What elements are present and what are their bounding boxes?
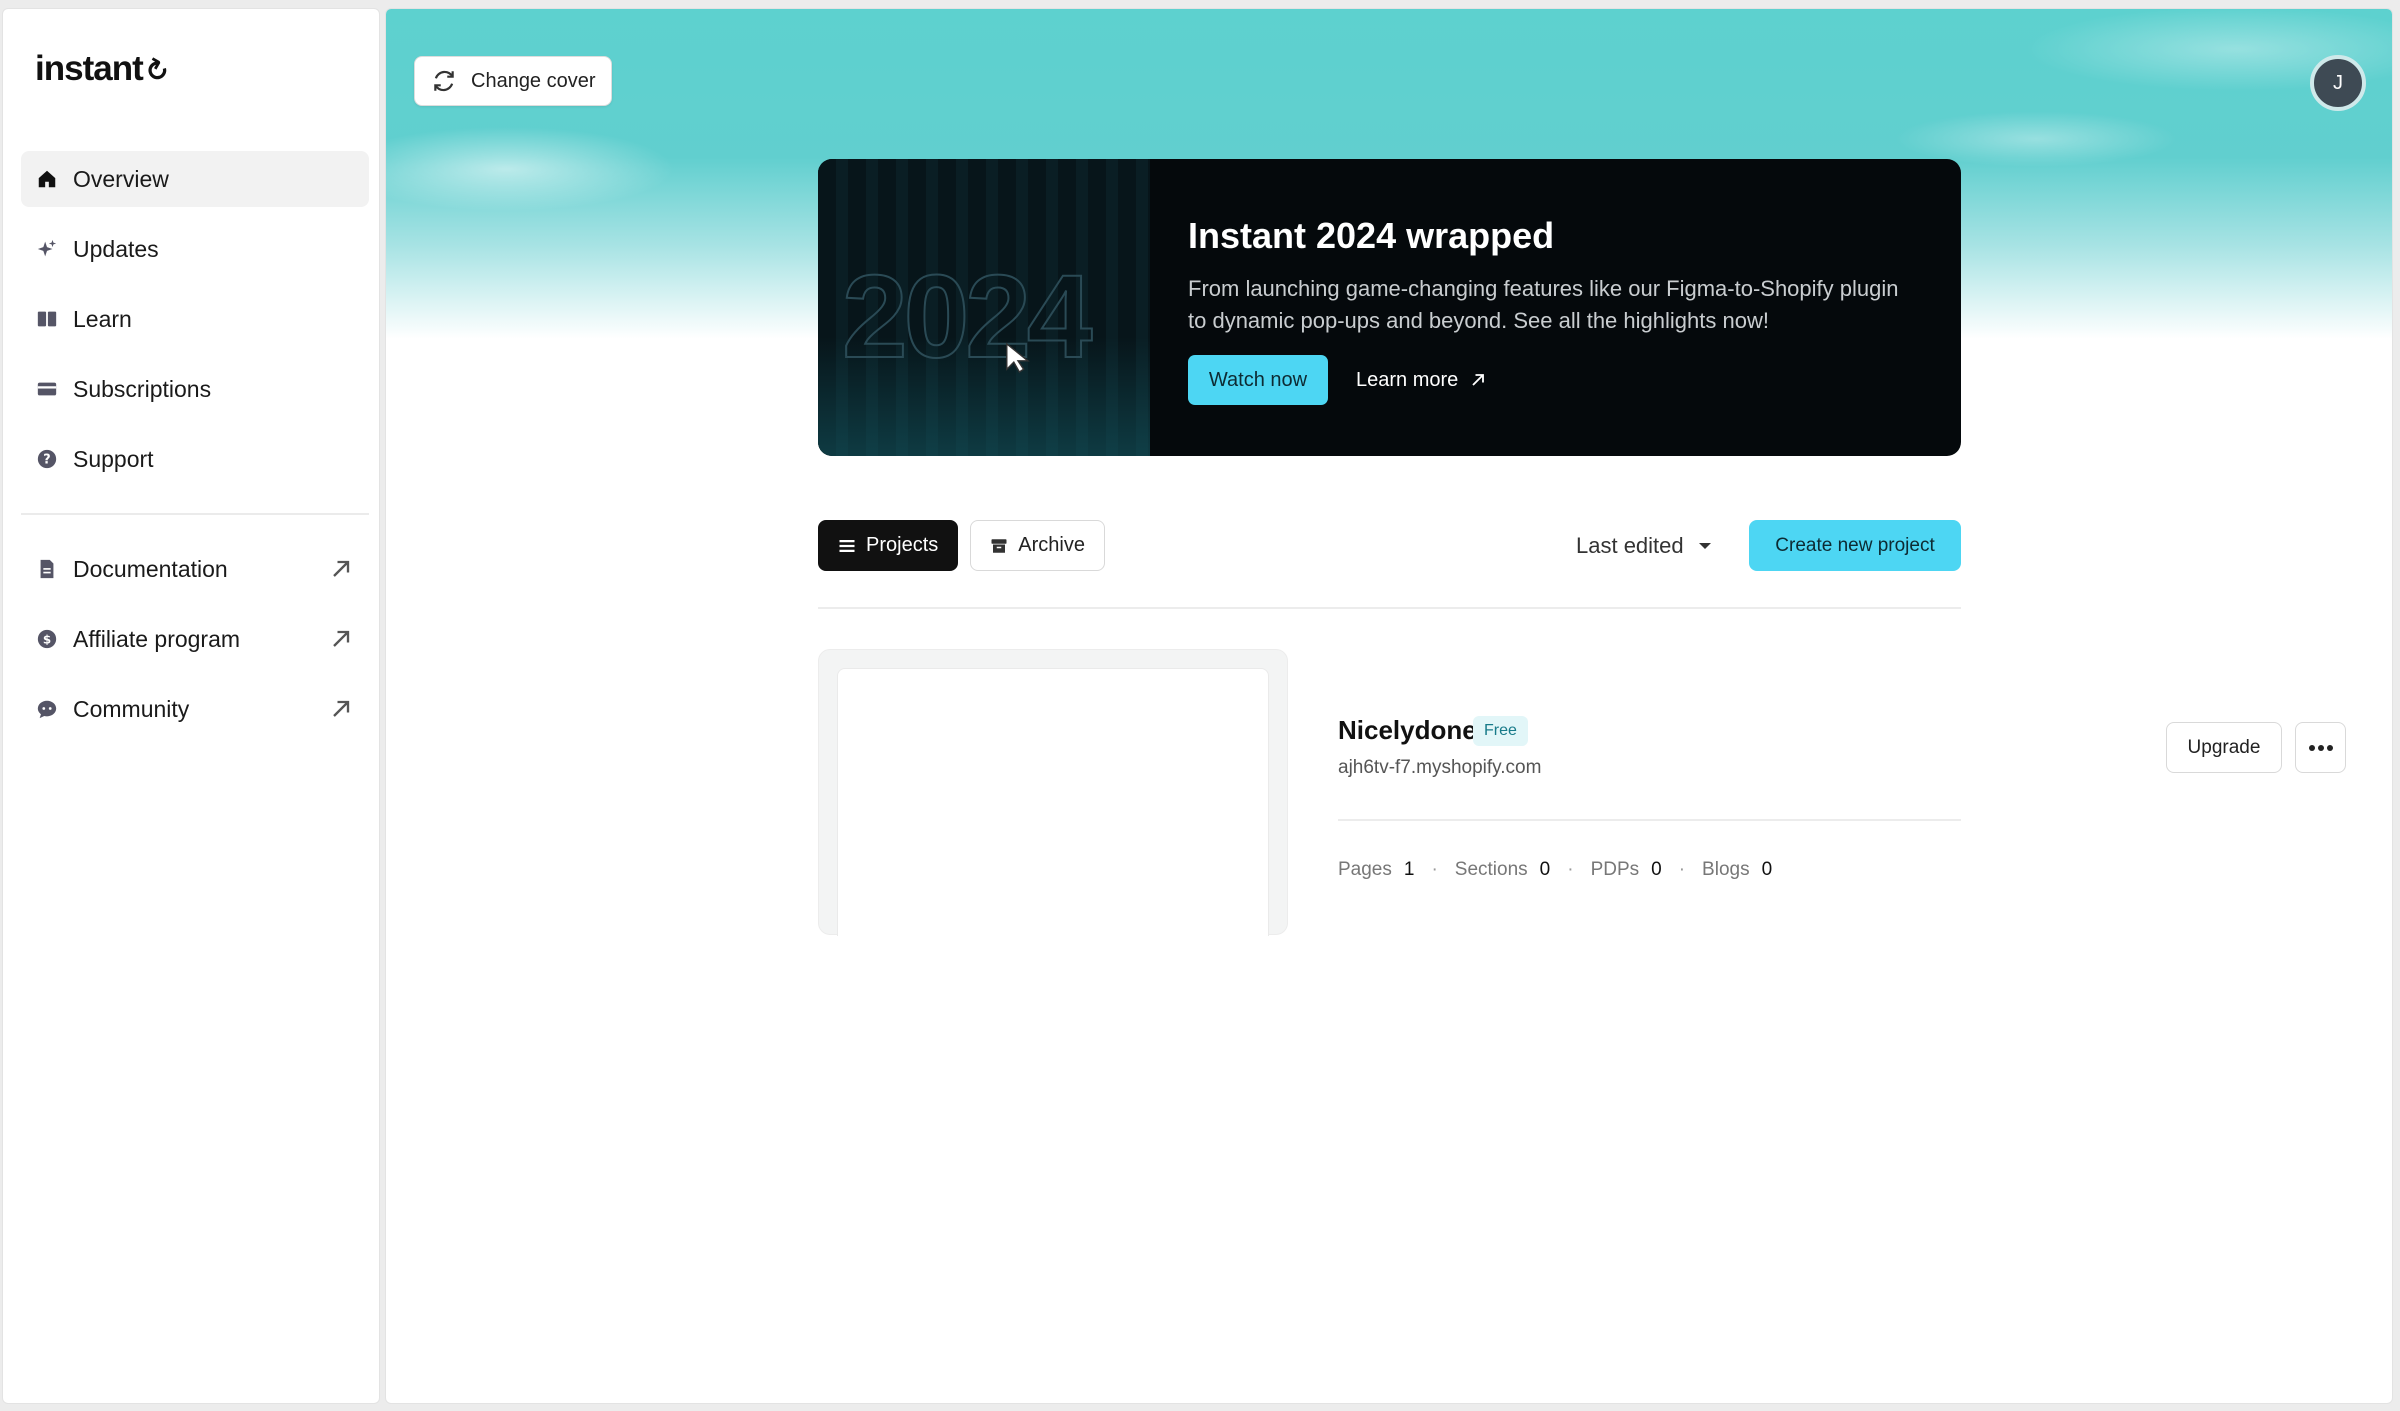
- external-link-icon: [333, 700, 350, 717]
- sort-dropdown[interactable]: Last edited: [1576, 520, 1712, 571]
- upgrade-button[interactable]: Upgrade: [2166, 722, 2282, 773]
- toolbar-divider: [818, 607, 1961, 609]
- stat-separator: ·: [1678, 859, 1686, 880]
- external-nav: Documentation $ Affiliate program Commun…: [21, 541, 369, 751]
- sidebar-item-label: Affiliate program: [73, 625, 241, 652]
- promo-banner: 2024 Instant 2024 wrapped From launching…: [818, 159, 1961, 456]
- stat-separator: ·: [1431, 859, 1438, 880]
- thumbnail-preview: [837, 668, 1269, 936]
- avatar-initial: J: [2333, 71, 2343, 94]
- create-new-project-button[interactable]: Create new project: [1749, 520, 1961, 571]
- banner-description: From launching game-changing features li…: [1188, 276, 1899, 333]
- project-stats: Pages 1 · Sections 0 · PDPs 0 · Blogs 0: [1338, 859, 1772, 881]
- change-cover-button[interactable]: Change cover: [414, 56, 612, 106]
- dollar-icon: $: [36, 628, 58, 650]
- plan-badge: Free: [1473, 716, 1528, 746]
- caret-down-icon: [1698, 542, 1711, 549]
- stat-value: 0: [1651, 859, 1662, 880]
- project-card: Nicelydone Free ajh6tv-f7.myshopify.com …: [818, 649, 2346, 939]
- card-divider: [1338, 819, 1961, 821]
- stat-value: 1: [1403, 859, 1415, 880]
- sparkle-icon: [36, 238, 58, 260]
- sidebar-item-label: Community: [73, 695, 190, 722]
- archive-icon: [991, 538, 1007, 553]
- sidebar-item-label: Updates: [73, 235, 159, 262]
- project-domain: ajh6tv-f7.myshopify.com: [1338, 757, 1542, 778]
- logo-mark-icon: ↻: [138, 51, 174, 90]
- help-icon: ?: [36, 448, 58, 470]
- sidebar-item-overview[interactable]: Overview: [21, 151, 369, 207]
- sidebar-item-learn[interactable]: Learn: [21, 291, 369, 347]
- document-icon: [36, 558, 58, 580]
- sidebar-item-affiliate[interactable]: $ Affiliate program: [21, 611, 369, 667]
- sidebar-item-label: Support: [73, 445, 154, 472]
- external-link-icon: [333, 630, 350, 647]
- card-icon: [36, 378, 58, 400]
- tab-projects[interactable]: Projects: [818, 520, 959, 571]
- cursor-icon: [1006, 342, 1030, 373]
- home-icon: [36, 168, 58, 190]
- stat-label: Sections: [1454, 859, 1528, 880]
- tab-archive[interactable]: Archive: [970, 520, 1105, 571]
- change-cover-label: Change cover: [471, 69, 596, 92]
- main-panel: Change cover J 2024 Instant 2024 wrapped…: [385, 8, 2393, 1404]
- watch-now-button[interactable]: Watch now: [1188, 355, 1328, 405]
- stat-separator: ·: [1567, 859, 1574, 880]
- stat-value: 0: [1761, 859, 1773, 880]
- sidebar-item-label: Documentation: [73, 555, 228, 582]
- sidebar-item-updates[interactable]: Updates: [21, 221, 369, 277]
- sidebar-item-label: Learn: [73, 305, 132, 332]
- sidebar-item-community[interactable]: Community: [21, 681, 369, 737]
- external-link-icon: [1472, 374, 1485, 386]
- project-name[interactable]: Nicelydone: [1338, 715, 1477, 746]
- main-nav: Overview Updates Learn Subscriptions ? S…: [21, 151, 369, 501]
- external-link-icon: [333, 560, 350, 577]
- sidebar-item-label: Subscriptions: [73, 375, 212, 402]
- list-icon: [839, 539, 855, 552]
- sidebar-item-documentation[interactable]: Documentation: [21, 541, 369, 597]
- learn-more-label: Learn more: [1356, 368, 1459, 391]
- stat-label: Pages: [1338, 859, 1392, 880]
- chat-icon: [36, 698, 58, 720]
- banner-title: Instant 2024 wrapped: [1188, 215, 1555, 256]
- sidebar-item-support[interactable]: ? Support: [21, 431, 369, 487]
- sidebar-item-subscriptions[interactable]: Subscriptions: [21, 361, 369, 417]
- sidebar-item-label: Overview: [73, 165, 169, 192]
- book-icon: [36, 308, 58, 330]
- tab-label: Archive: [1018, 534, 1085, 556]
- sort-label: Last edited: [1576, 532, 1684, 558]
- refresh-icon: [434, 70, 454, 92]
- tab-label: Projects: [866, 534, 939, 556]
- svg-text:?: ?: [43, 453, 50, 468]
- stat-label: PDPs: [1590, 859, 1640, 880]
- avatar[interactable]: J: [2310, 55, 2366, 111]
- sidebar: instant↻ Overview Updates Learn Subscrip…: [2, 8, 380, 1404]
- banner-art-year: 2024: [841, 250, 1094, 384]
- logo[interactable]: instant↻: [35, 49, 173, 90]
- stat-value: 0: [1539, 859, 1551, 880]
- logo-text: instant: [35, 49, 144, 88]
- sidebar-divider: [21, 513, 369, 515]
- more-options-button[interactable]: [2295, 722, 2346, 773]
- more-horizontal-icon: [2308, 744, 2333, 751]
- project-thumbnail[interactable]: [818, 649, 1288, 936]
- project-tabs: Projects Archive: [818, 520, 1105, 571]
- svg-text:$: $: [43, 633, 51, 647]
- banner-artwork: 2024: [818, 159, 1150, 456]
- stat-label: Blogs: [1702, 859, 1750, 880]
- learn-more-link[interactable]: Learn more: [1342, 355, 1502, 405]
